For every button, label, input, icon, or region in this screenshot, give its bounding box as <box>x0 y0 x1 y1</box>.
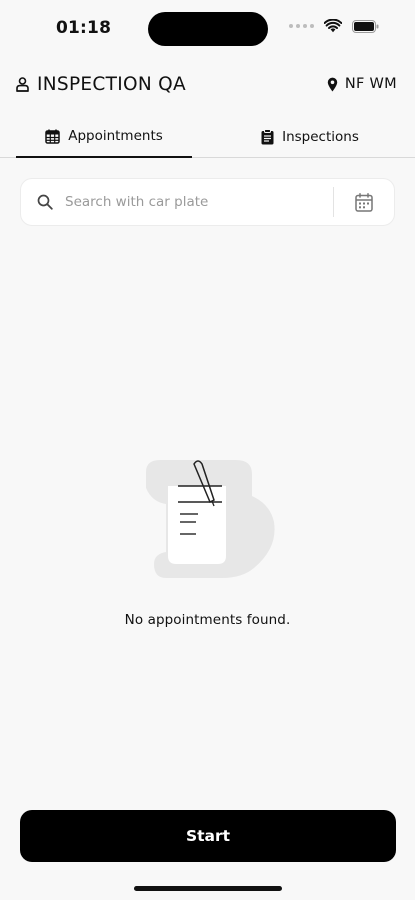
start-button[interactable]: Start <box>20 810 396 862</box>
search-icon <box>37 194 53 210</box>
tab-bar: Appointments Inspections <box>0 116 415 158</box>
wifi-icon <box>324 19 342 33</box>
search-icon-container <box>21 194 65 210</box>
clipboard-icon <box>261 129 274 145</box>
status-icons <box>289 19 379 33</box>
status-bar: 01:18 <box>0 0 415 56</box>
tab-appointments[interactable]: Appointments <box>16 116 192 158</box>
location-pin-icon <box>327 77 338 91</box>
battery-icon <box>352 19 379 33</box>
location-selector[interactable]: NF WM <box>327 76 397 92</box>
calendar-grid-icon <box>45 129 60 144</box>
tab-inspections[interactable]: Inspections <box>222 116 398 158</box>
search-input[interactable] <box>65 194 333 210</box>
home-indicator[interactable] <box>134 886 282 891</box>
date-filter-button[interactable] <box>334 178 394 226</box>
location-label: NF WM <box>344 76 397 92</box>
status-time: 01:18 <box>56 18 112 38</box>
page-title: INSPECTION QA <box>37 74 186 95</box>
empty-state-message: No appointments found. <box>124 612 291 628</box>
dynamic-island <box>148 12 268 46</box>
search-bar <box>20 178 395 226</box>
tab-inspections-label: Inspections <box>282 129 359 145</box>
tab-appointments-label: Appointments <box>68 128 163 144</box>
signal-dots-icon <box>289 24 314 28</box>
calendar-icon <box>355 192 373 212</box>
app-screen: 01:18 INSPECTION QA NF WM Appointments I… <box>0 0 415 900</box>
user-badge-icon <box>16 77 29 92</box>
app-title-group: INSPECTION QA <box>16 74 186 95</box>
document-pen-illustration <box>146 460 275 578</box>
app-header: INSPECTION QA NF WM <box>0 70 415 104</box>
